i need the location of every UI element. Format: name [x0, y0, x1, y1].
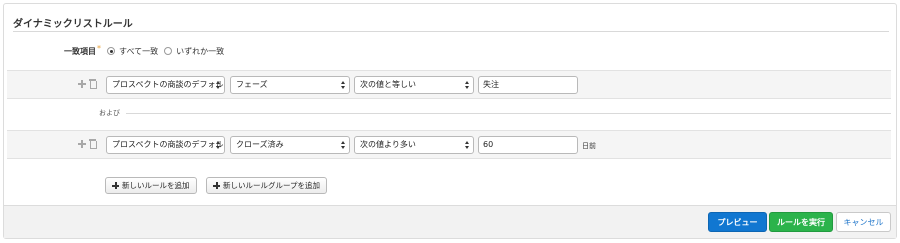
add-rule-group-button[interactable]: 新しいルールグループを追加 [206, 177, 328, 194]
add-rule-icon[interactable] [78, 79, 86, 88]
select-caret-icon [215, 140, 221, 150]
connector-label: および [99, 109, 120, 117]
select-caret-icon [215, 80, 221, 90]
plus-icon [112, 182, 119, 189]
add-rule-group-label: 新しいルールグループを追加 [223, 181, 321, 190]
rule-operator-value: 次の値と等しい [360, 80, 416, 89]
match-any-radio[interactable] [164, 47, 173, 55]
dynamic-list-rules-panel: ダイナミックリストルール [3, 3, 897, 239]
trash-icon[interactable] [89, 139, 97, 149]
match-all-option[interactable]: すべて一致 [107, 46, 158, 57]
rule-attribute-value: クローズ済み [236, 140, 284, 149]
rule-connector: および [99, 108, 891, 118]
required-mark: * [97, 43, 101, 53]
match-type-label: 一致項目 [64, 46, 96, 56]
match-any-label: いずれか一致 [176, 46, 225, 56]
match-all-label: すべて一致 [119, 46, 159, 56]
trash-icon[interactable] [89, 79, 97, 89]
rule-value-input[interactable]: 60 [478, 136, 578, 154]
add-rule-icon[interactable] [78, 139, 86, 148]
rule-unit-label: 日前 [582, 142, 596, 150]
match-any-option[interactable]: いずれか一致 [164, 46, 224, 57]
match-type-row: 一致項目 * すべて一致 いずれか一致 [64, 43, 224, 57]
preview-button[interactable]: プレビュー [708, 212, 767, 232]
select-caret-icon [464, 80, 470, 90]
cancel-button[interactable]: キャンセル [836, 212, 891, 232]
rule-row: プロスペクトの商談のデフォルト フェーズ 次の値と等しい 失注 [7, 70, 891, 99]
add-rule-label: 新しいルールを追加 [122, 181, 190, 190]
connector-divider [126, 112, 891, 114]
rule-attribute-select[interactable]: クローズ済み [230, 136, 350, 154]
rule-operator-select[interactable]: 次の値より多い [354, 136, 474, 154]
rule-field-value: プロスペクトの商談のデフォルト [112, 140, 225, 149]
rule-row-actions [78, 79, 97, 89]
run-rules-button[interactable]: ルールを実行 [769, 212, 833, 232]
rule-field-select[interactable]: プロスペクトの商談のデフォルト [106, 136, 225, 154]
rule-row-actions [78, 139, 97, 149]
plus-icon [213, 182, 220, 189]
rule-value-input[interactable]: 失注 [478, 76, 578, 94]
panel-title: ダイナミックリストルール [13, 19, 133, 30]
rule-field-value: プロスペクトの商談のデフォルト [112, 80, 225, 89]
add-rule-button[interactable]: 新しいルールを追加 [105, 177, 197, 194]
rule-attribute-select[interactable]: フェーズ [230, 76, 350, 94]
rule-operator-value: 次の値より多い [360, 140, 416, 149]
match-all-radio[interactable] [107, 47, 115, 55]
footer-bar: プレビュー ルールを実行 キャンセル [4, 205, 896, 238]
rule-field-select[interactable]: プロスペクトの商談のデフォルト [106, 76, 225, 94]
select-caret-icon [340, 140, 346, 150]
select-caret-icon [464, 140, 470, 150]
select-caret-icon [340, 80, 346, 90]
rule-operator-select[interactable]: 次の値と等しい [354, 76, 474, 94]
title-divider [13, 31, 889, 32]
rule-attribute-value: フェーズ [236, 80, 268, 89]
rule-row: プロスペクトの商談のデフォルト クローズ済み 次の値より多い 60 日前 [7, 130, 891, 159]
